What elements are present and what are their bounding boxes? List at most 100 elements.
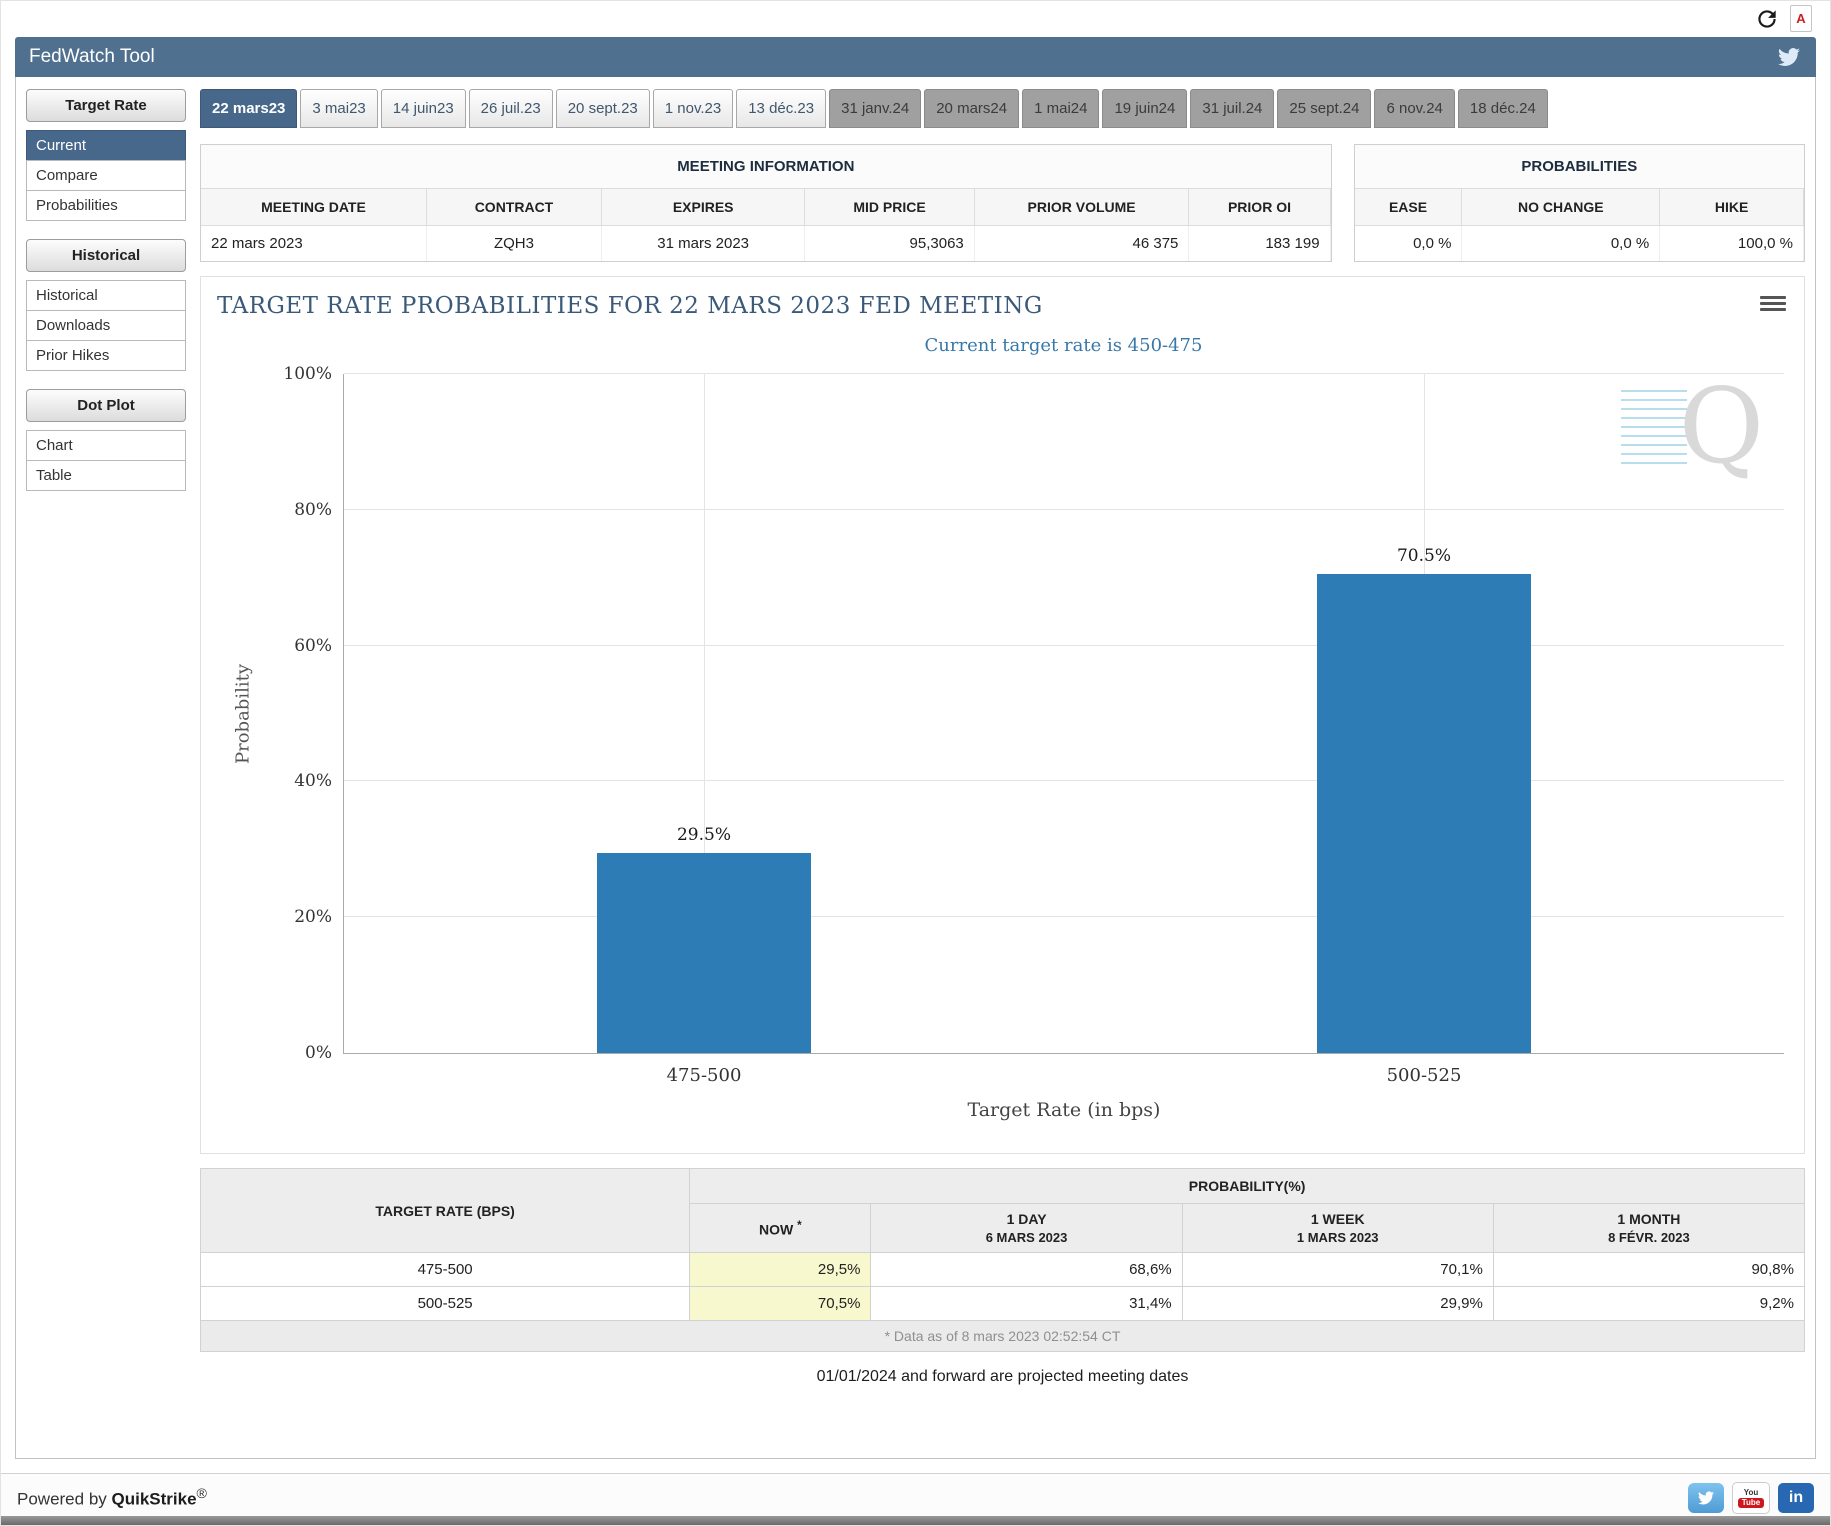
y-tick-label: 20%	[294, 907, 332, 928]
tab-3-mai23[interactable]: 3 mai23	[300, 89, 378, 128]
sidebar: Target Rate Current Compare Probabilitie…	[26, 89, 186, 1446]
bar-475-500[interactable]	[597, 852, 811, 1053]
tab-6-nov24[interactable]: 6 nov.24	[1374, 89, 1455, 128]
data-as-of-footnote: * Data as of 8 mars 2023 02:52:54 CT	[200, 1320, 1805, 1352]
y-tick-label: 40%	[294, 771, 332, 792]
table-row: 500-525 70,5% 31,4% 29,9% 9,2%	[199, 1286, 1806, 1321]
y-gridline	[344, 644, 1784, 646]
sidebar-item-historical[interactable]: Historical	[26, 280, 186, 311]
tab-13-dec23[interactable]: 13 déc.23	[736, 89, 827, 128]
prior-oi-value: 183 199	[1189, 226, 1331, 261]
rate-cell: 475-500	[199, 1252, 691, 1287]
tab-1-nov23[interactable]: 1 nov.23	[652, 89, 734, 128]
social-icons: You Tube in	[1688, 1482, 1814, 1514]
refresh-icon[interactable]	[1754, 6, 1780, 32]
header-bar: FedWatch Tool	[15, 37, 1816, 77]
ease-value: 0,0 %	[1355, 226, 1463, 261]
sidebar-item-table[interactable]: Table	[26, 460, 186, 491]
sidebar-item-current[interactable]: Current	[26, 130, 186, 161]
bar-500-525[interactable]	[1317, 574, 1531, 1053]
tab-20-mars24[interactable]: 20 mars24	[924, 89, 1020, 128]
tab-20-sept23[interactable]: 20 sept.23	[555, 89, 650, 128]
sidebar-item-chart[interactable]: Chart	[26, 430, 186, 461]
fedwatch-page: A FedWatch Tool Target Rate Current Comp…	[0, 0, 1831, 1526]
twitter-icon[interactable]	[1776, 46, 1802, 68]
y-tick-label: 100%	[283, 364, 332, 384]
watermark-lines	[1620, 389, 1687, 464]
column-header: MID PRICE	[805, 189, 975, 226]
rate-cell: 500-525	[199, 1286, 691, 1321]
column-header: PRIOR OI	[1189, 189, 1331, 226]
one-month-column-header: 1 MONTH 8 FÉVR. 2023	[1492, 1203, 1806, 1253]
one-month-cell: 90,8%	[1492, 1252, 1806, 1287]
y-gridline	[344, 780, 1784, 782]
page-title: FedWatch Tool	[29, 46, 155, 67]
bar-value-label: 70.5%	[1396, 546, 1452, 567]
now-cell: 29,5%	[689, 1252, 872, 1287]
tab-19-juin24[interactable]: 19 juin24	[1102, 89, 1188, 128]
sidebar-item-downloads[interactable]: Downloads	[26, 310, 186, 341]
meeting-date-tabs: 22 mars23 3 mai23 14 juin23 26 juil.23 2…	[200, 89, 1805, 128]
quikstrike-watermark: Q	[1620, 365, 1764, 487]
tab-31-janv24[interactable]: 31 janv.24	[829, 89, 922, 128]
chart-title: TARGET RATE PROBABILITIES FOR 22 MARS 20…	[217, 293, 1043, 319]
tab-1-mai24[interactable]: 1 mai24	[1022, 89, 1100, 128]
meeting-date-value: 22 mars 2023	[201, 226, 427, 261]
youtube-icon[interactable]: You Tube	[1732, 1482, 1770, 1514]
bar-value-label: 29.5%	[676, 824, 732, 845]
plot-area: Probability Q Target Rate (in bps) 0% 20%…	[233, 364, 1784, 1121]
tab-18-dec24[interactable]: 18 déc.24	[1457, 89, 1548, 128]
hike-value: 100,0 %	[1660, 226, 1804, 261]
probabilities-title: PROBABILITIES	[1354, 145, 1804, 189]
expires-value: 31 mars 2023	[602, 226, 806, 261]
now-column-header: NOW *	[689, 1203, 872, 1253]
content-frame: Target Rate Current Compare Probabilitie…	[15, 77, 1816, 1459]
y-axis-title: Probability	[232, 663, 254, 764]
column-header: CONTRACT	[426, 189, 602, 226]
info-row: MEETING INFORMATION MEETING DATE CONTRAC…	[200, 144, 1805, 262]
watermark-q: Q	[1678, 365, 1764, 487]
tab-26-juil23[interactable]: 26 juil.23	[468, 89, 553, 128]
one-day-cell: 68,6%	[870, 1252, 1183, 1287]
contract-value: ZQH3	[427, 226, 602, 261]
sidebar-item-prior-hikes[interactable]: Prior Hikes	[26, 340, 186, 371]
tab-31-juil24[interactable]: 31 juil.24	[1190, 89, 1275, 128]
tab-25-sept24[interactable]: 25 sept.24	[1277, 89, 1372, 128]
y-tick-label: 0%	[305, 1043, 332, 1063]
tab-22-mars23[interactable]: 22 mars23	[200, 89, 298, 128]
twitter-icon[interactable]	[1688, 1483, 1724, 1513]
projection-note: 01/01/2024 and forward are projected mee…	[816, 1368, 1189, 1385]
top-strip: A	[1, 1, 1830, 37]
probabilities-panel: PROBABILITIES EASE NO CHANGE HIKE 0,0 % …	[1353, 144, 1805, 262]
y-gridline	[344, 508, 1784, 510]
column-header: EASE	[1354, 189, 1463, 226]
one-day-column-header: 1 DAY 6 MARS 2023	[870, 1203, 1183, 1253]
one-week-cell: 29,9%	[1181, 1286, 1494, 1321]
column-header: PRIOR VOLUME	[974, 189, 1190, 226]
prior-volume-value: 46 375	[975, 226, 1190, 261]
no-change-value: 0,0 %	[1462, 226, 1661, 261]
one-week-cell: 70,1%	[1181, 1252, 1494, 1287]
now-cell: 70,5%	[689, 1286, 872, 1321]
meeting-info-title: MEETING INFORMATION	[201, 145, 1331, 189]
sidebar-section-target-rate[interactable]: Target Rate	[26, 89, 186, 122]
x-category-label: 500-525	[1386, 1065, 1462, 1086]
chart-menu-icon[interactable]	[1760, 293, 1786, 314]
sidebar-section-dot-plot[interactable]: Dot Plot	[26, 389, 186, 422]
column-header: EXPIRES	[602, 189, 806, 226]
powered-by-text: Powered by QuikStrike®	[17, 1486, 207, 1509]
sidebar-item-probabilities[interactable]: Probabilities	[26, 190, 186, 221]
target-rate-bps-header: TARGET RATE (BPS)	[199, 1168, 691, 1253]
footer: Powered by QuikStrike® You Tube in	[1, 1473, 1830, 1522]
probability-table: TARGET RATE (BPS) PROBABILITY(%) NOW * 1…	[199, 1168, 1806, 1352]
chart-panel: TARGET RATE PROBABILITIES FOR 22 MARS 20…	[200, 276, 1805, 1154]
sidebar-section-historical[interactable]: Historical	[26, 239, 186, 272]
pdf-icon[interactable]: A	[1790, 5, 1812, 32]
y-tick-label: 60%	[294, 635, 332, 656]
x-category-label: 475-500	[666, 1065, 742, 1086]
one-day-cell: 31,4%	[870, 1286, 1183, 1321]
tab-14-juin23[interactable]: 14 juin23	[380, 89, 466, 128]
linkedin-icon[interactable]: in	[1778, 1483, 1814, 1513]
one-month-cell: 9,2%	[1492, 1286, 1806, 1321]
sidebar-item-compare[interactable]: Compare	[26, 160, 186, 191]
